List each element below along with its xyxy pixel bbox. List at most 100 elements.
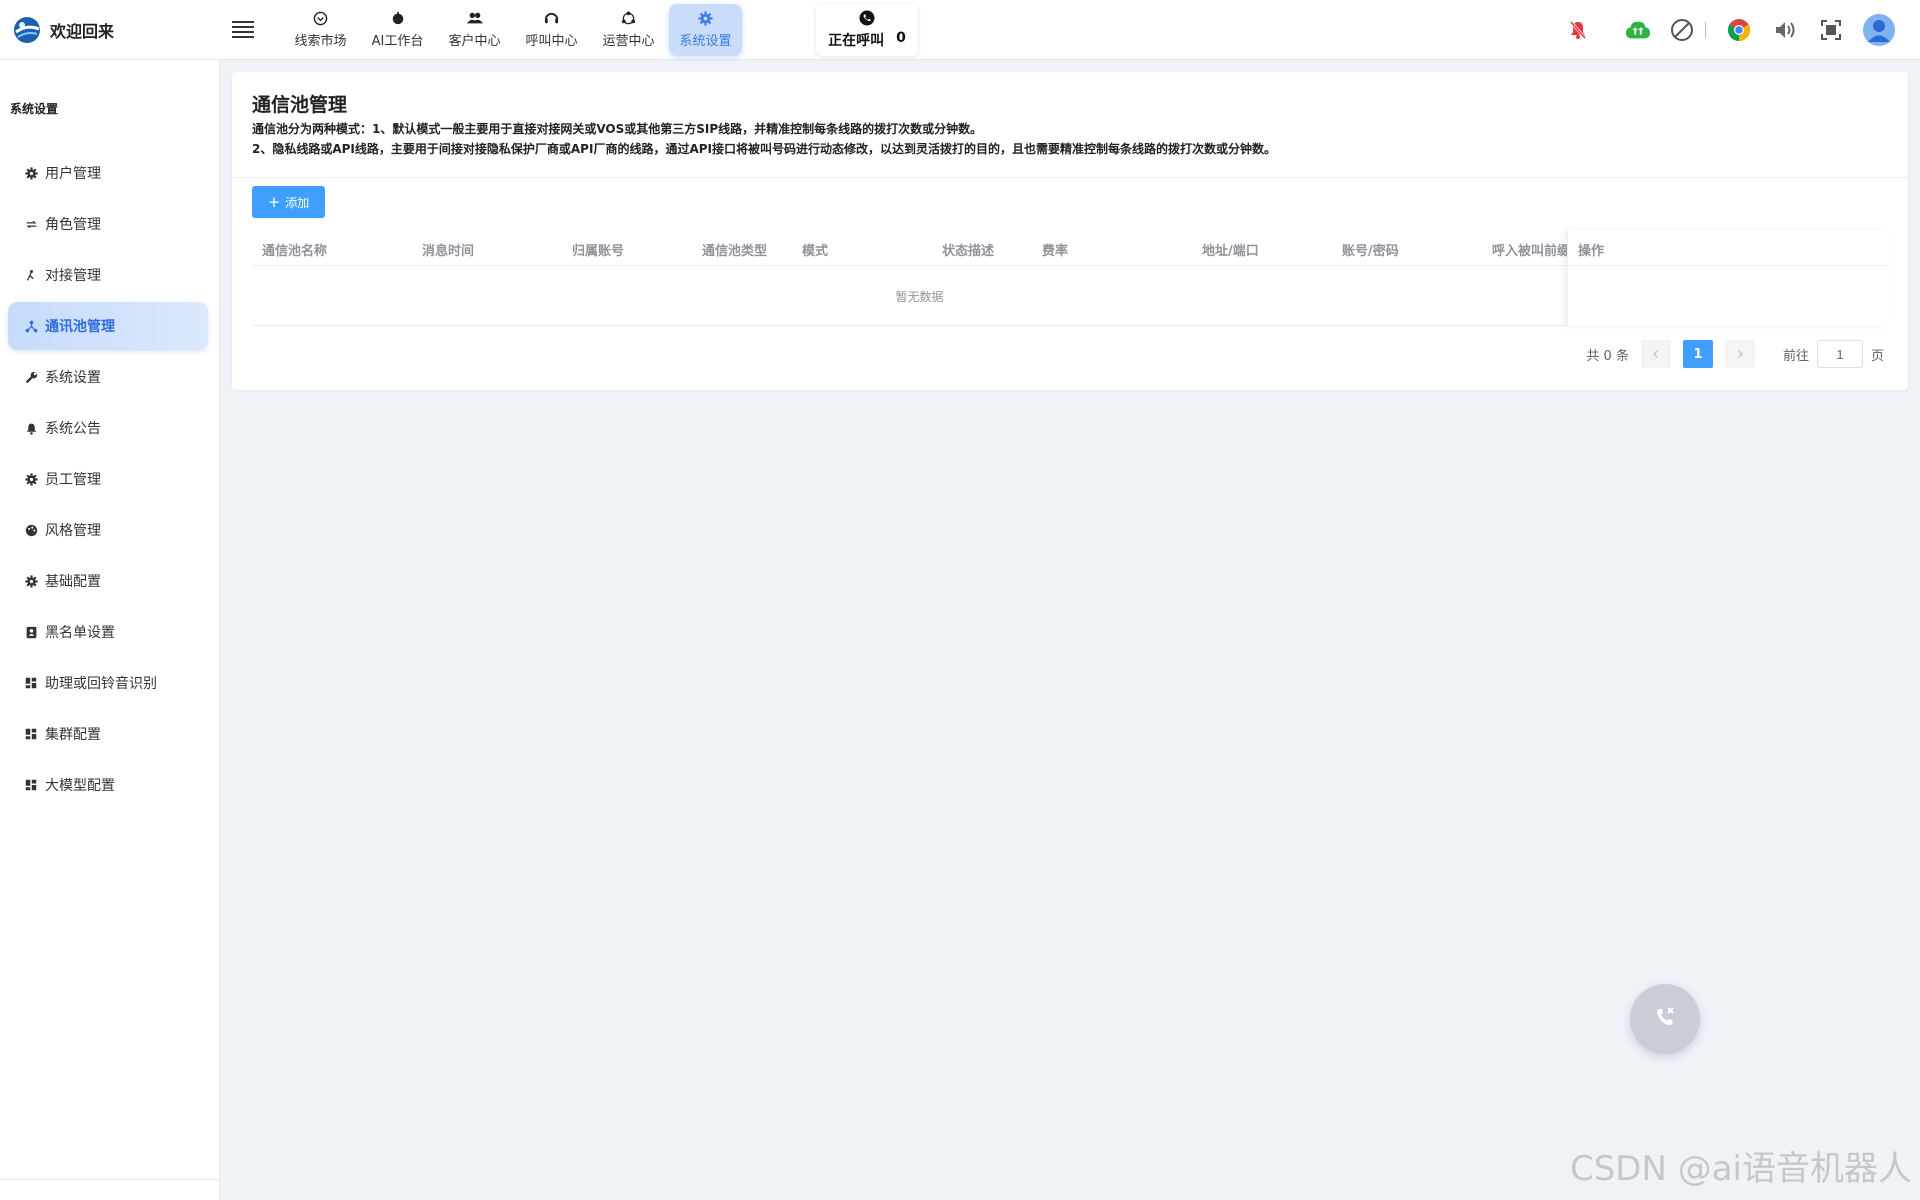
gear-icon [24,574,38,588]
divider [1705,22,1706,38]
nav-ai-workbench[interactable]: AI工作台 [361,4,434,56]
gear-icon [698,10,714,26]
bell-icon [24,421,38,435]
gear-icon [24,472,38,486]
nav-system-settings[interactable]: 系统设置 [669,3,742,56]
dashboard-icon [24,676,38,690]
sidebar-section-title: 系统设置 [10,102,59,116]
top-nav: 线索市场 AI工作台 客户中心 呼叫中心 运营中心 系统设置 [284,3,742,56]
next-page-button[interactable] [1724,340,1755,368]
sidebar-item-label: 基础配置 [45,574,101,590]
calling-status[interactable]: 正在呼叫 0 [816,3,918,56]
swap-icon [24,217,38,231]
column-header-address-port[interactable]: 地址/端口 [1202,240,1259,259]
volume-icon[interactable] [1772,17,1798,43]
goto-page: 前往 页 [1783,340,1884,368]
nav-label: 客户中心 [448,34,501,49]
sidebar-item-label: 系统公告 [45,421,101,437]
sidebar-item-label: 风格管理 [45,523,101,539]
add-button[interactable]: + 添加 [252,186,325,218]
nav-operation-center[interactable]: 运营中心 [592,4,665,56]
nav-customer-center[interactable]: 客户中心 [438,4,511,56]
sidebar-item-user-management[interactable]: 用户管理 [8,149,208,197]
sidebar-item-integration[interactable]: 对接管理 [8,251,208,299]
fixed-action-column: 操作 [1567,230,1888,326]
column-header-status[interactable]: 状态描述 [942,240,994,259]
sidebar-item-label: 大模型配置 [45,778,115,794]
palette-icon [24,523,38,537]
network-icon [24,319,38,333]
floating-hangup-button[interactable] [1630,984,1700,1054]
sidebar-item-label: 黑名单设置 [45,625,115,641]
calling-count: 0 [896,29,906,46]
gear-icon [24,166,38,180]
avatar[interactable] [1862,13,1896,47]
header-tools [1565,0,1896,60]
prev-page-button[interactable] [1640,340,1671,368]
card-header: 通信池管理 通信池分为两种模式：1、默认模式一般主要用于直接对接网关或VOS或其… [232,72,1908,178]
column-header-mode[interactable]: 模式 [802,240,828,259]
page-suffix: 页 [1870,348,1884,364]
dashboard-icon [24,727,38,741]
total-count: 共 0 条 [1586,348,1629,364]
sidebar-item-ringback-recognition[interactable]: 助理或回铃音识别 [8,659,208,707]
nav-label: 呼叫中心 [525,34,578,49]
logo-icon [12,15,42,45]
sidebar-item-label: 用户管理 [45,166,101,182]
column-header-account-password[interactable]: 账号/密码 [1342,240,1399,259]
pagination: 共 0 条 1 前往 页 [1586,340,1884,368]
description-line-2: 2、隐私线路或API线路，主要用于间接对接隐私保护厂商或API厂商的线路，通过A… [252,142,1276,156]
add-button-label: 添加 [285,195,310,210]
sidebar-item-label: 对接管理 [45,268,101,284]
top-header: 欢迎回来 线索市场 AI工作台 客户中心 呼叫中心 运营中心 系统设置 正在呼叫… [0,0,1920,60]
column-header-rate[interactable]: 费率 [1042,240,1068,259]
chevron-left-icon [1652,350,1658,358]
empty-state-text: 暂无数据 [895,290,944,304]
sidebar-item-basic-config[interactable]: 基础配置 [8,557,208,605]
sidebar-item-system-settings[interactable]: 系统设置 [8,353,208,401]
sidebar-item-blacklist[interactable]: 黑名单设置 [8,608,208,656]
brand-title: 欢迎回来 [50,21,115,41]
column-header-pool-type[interactable]: 通信池类型 [702,240,767,259]
menu-toggle-icon[interactable] [232,19,254,41]
sidebar-item-staff-management[interactable]: 员工管理 [8,455,208,503]
cloud-upload-icon[interactable] [1625,17,1651,43]
brand-logo[interactable]: 欢迎回来 [12,15,212,45]
users-icon [466,10,483,26]
watermark: CSDN @ai语音机器人 [1569,1149,1912,1189]
sidebar-item-label: 系统设置 [45,370,101,386]
nav-label: AI工作台 [371,34,424,49]
sidebar-item-label: 通讯池管理 [45,319,115,335]
nav-label: 运营中心 [602,34,655,49]
column-header-actions: 操作 [1578,244,1605,259]
column-header-name[interactable]: 通信池名称 [262,240,327,259]
forbidden-icon[interactable] [1669,17,1695,43]
contact-book-icon [24,625,38,639]
page-number-button[interactable]: 1 [1682,340,1713,368]
goto-label: 前往 [1782,348,1809,364]
column-header-owner-account[interactable]: 归属账号 [572,240,624,259]
plus-icon: + [267,192,281,211]
fullscreen-icon[interactable] [1818,17,1844,43]
column-header-message-time[interactable]: 消息时间 [422,240,474,259]
robot-icon [390,10,406,26]
operation-icon [621,10,637,26]
column-header-inbound-prefix[interactable]: 呼入被叫前缀 [1492,240,1572,259]
sidebar-item-llm-config[interactable]: 大模型配置 [8,761,208,809]
phone-call-icon [859,10,875,26]
calling-label: 正在呼叫 [828,32,885,49]
nav-call-center[interactable]: 呼叫中心 [515,4,588,56]
page-title: 通信池管理 [252,94,348,116]
nav-label: 系统设置 [679,34,732,49]
nav-clue-market[interactable]: 线索市场 [284,4,357,56]
chrome-icon[interactable] [1726,17,1752,43]
sidebar-item-role-management[interactable]: 角色管理 [8,200,208,248]
sidebar-item-announcement[interactable]: 系统公告 [8,404,208,452]
sidebar-item-cluster-config[interactable]: 集群配置 [8,710,208,758]
sidebar-item-comm-pool[interactable]: 通讯池管理 [8,302,208,350]
sidebar-item-style-management[interactable]: 风格管理 [8,506,208,554]
sidebar-item-label: 集群配置 [45,727,101,743]
bell-off-icon[interactable] [1565,17,1591,43]
goto-page-input[interactable] [1816,340,1863,368]
sidebar-item-label: 员工管理 [45,472,101,488]
